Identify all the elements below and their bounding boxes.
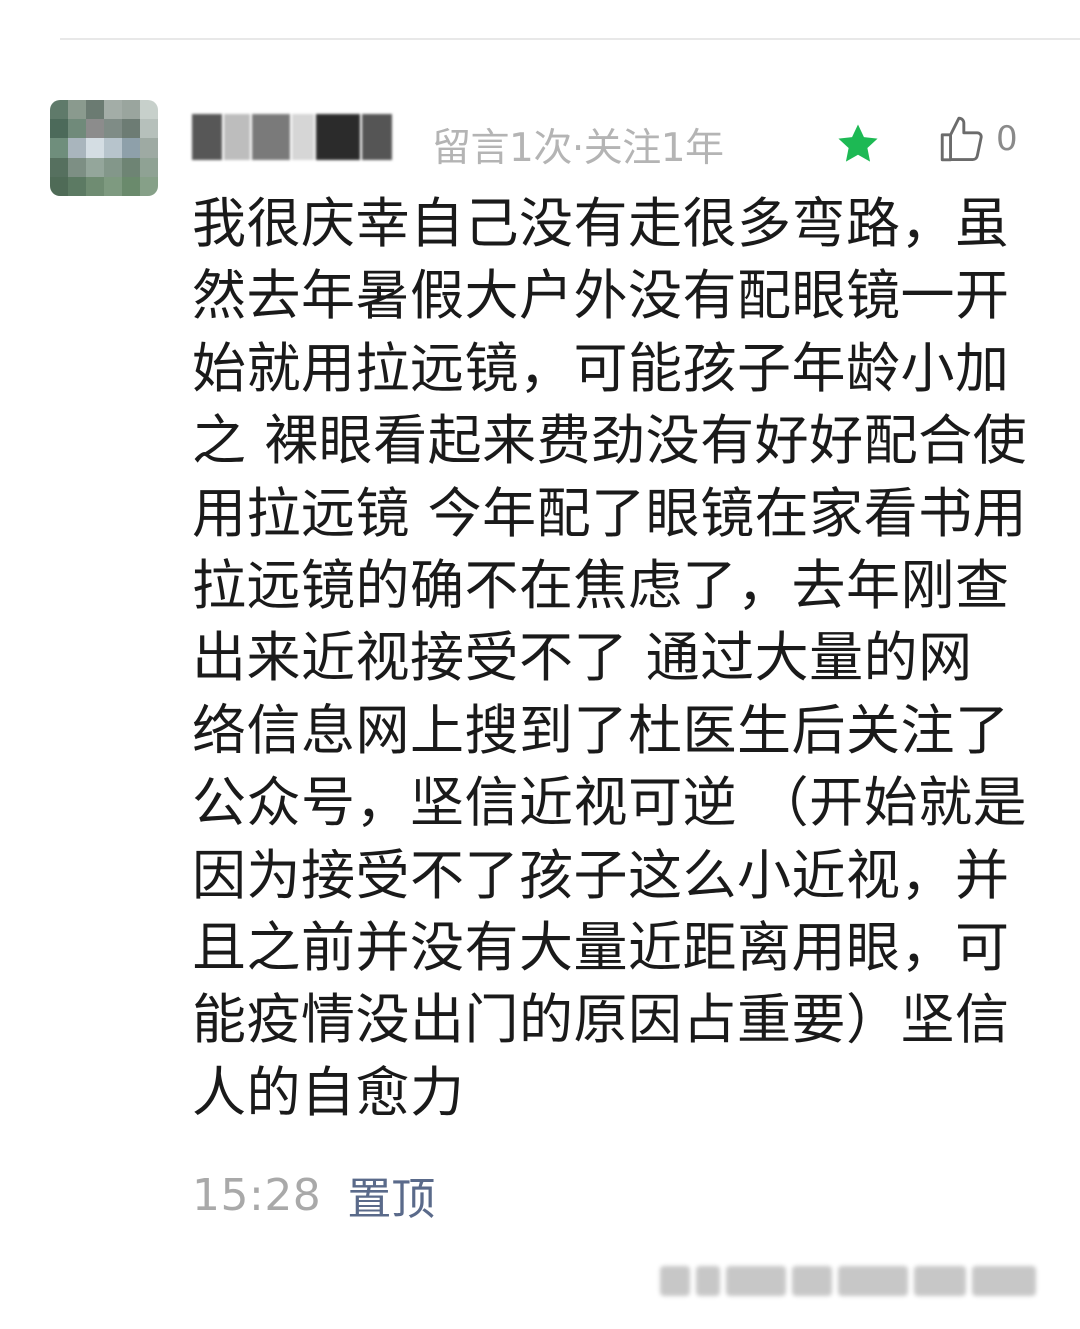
thumbs-up-icon — [940, 116, 983, 162]
comment-meta: 留言1次·关注1年 — [432, 126, 724, 171]
comment-line: 拉远镜的确不在焦虑了，去年刚查 — [192, 554, 1010, 618]
avatar[interactable] — [50, 100, 158, 196]
nickname-blurred[interactable] — [192, 110, 392, 164]
comment-item: 留言1次·关注1年 0 我很庆幸自己没有走很多弯路，虽 然去年暑假大户外没有配眼… — [0, 0, 1080, 1329]
comment-line: 出来近视接受不了 通过大量的网 — [192, 626, 973, 690]
comment-line: 然去年暑假大户外没有配眼镜一开 — [192, 264, 1010, 328]
comment-footer: 15:28 置顶 — [192, 1163, 435, 1227]
like-button[interactable]: 0 — [938, 112, 1018, 166]
comment-body: 我很庆幸自己没有走很多弯路，虽 然去年暑假大户外没有配眼镜一开 始就用拉远镜，可… — [192, 188, 1032, 1129]
comment-line: 公众号，坚信近视可逆 （开始就是 — [192, 771, 1028, 835]
blurred-watermark — [660, 1258, 1050, 1304]
comment-line: 人的自愈力 — [192, 1060, 465, 1124]
like-count: 0 — [996, 119, 1018, 159]
comment-line: 我很庆幸自己没有走很多弯路，虽 — [192, 192, 1010, 255]
star-icon[interactable] — [834, 121, 882, 167]
comment-line: 因为接受不了孩子这么小近视，并 — [192, 843, 1010, 907]
comment-line: 之 裸眼看起来费劲没有好好配合使 — [192, 409, 1028, 473]
comment-line: 始就用拉远镜，可能孩子年龄小加 — [192, 336, 1010, 400]
pin-to-top-button[interactable]: 置顶 — [347, 1163, 435, 1227]
comment-line: 且之前并没有大量近距离用眼，可 — [192, 916, 1010, 980]
comment-line: 用拉远镜 今年配了眼镜在家看书用 — [192, 481, 1028, 545]
comment-time: 15:28 — [192, 1169, 322, 1221]
comment-line: 能疫情没出门的原因占重要）坚信 — [192, 988, 1010, 1052]
comment-line: 络信息网上搜到了杜医生后关注了 — [192, 698, 1010, 762]
